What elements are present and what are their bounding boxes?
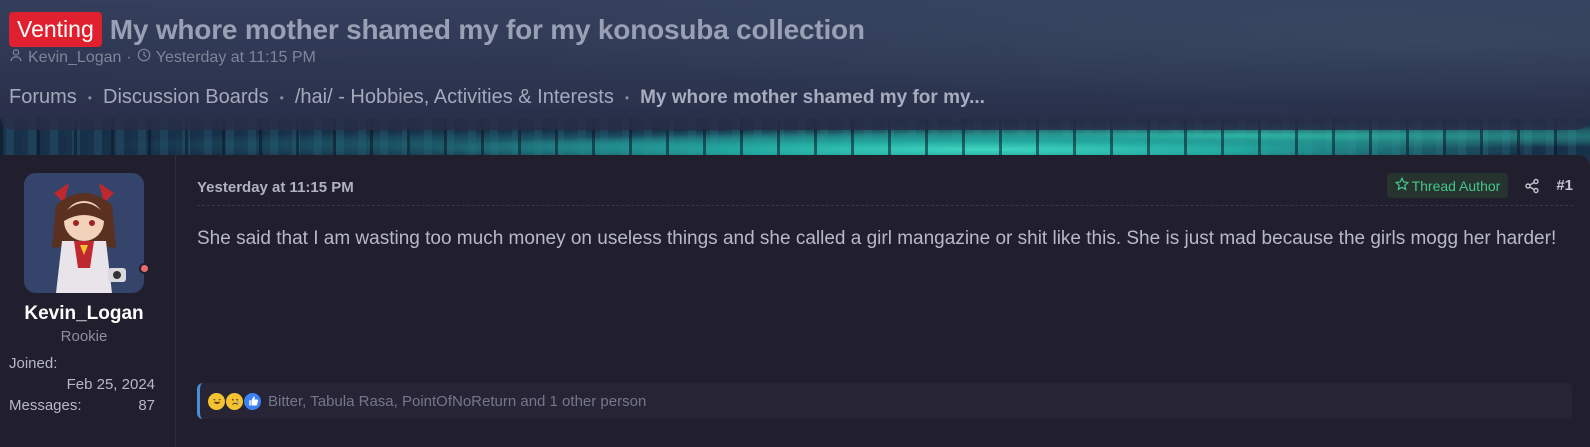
reactions-summary-link[interactable]: Bitter, Tabula Rasa, PointOfNoReturn and… xyxy=(268,393,646,410)
reactions-bar[interactable]: Bitter, Tabula Rasa, PointOfNoReturn and… xyxy=(197,383,1572,419)
thread-meta: Kevin_Logan · Yesterday at 11:15 PM xyxy=(9,48,316,67)
post-body-text: She said that I am wasting too much mone… xyxy=(197,228,1557,249)
joined-value: Feb 25, 2024 xyxy=(66,376,155,393)
breadcrumb-separator: • xyxy=(87,90,92,105)
title-row: Venting My whore mother shamed my for my… xyxy=(9,12,865,47)
breadcrumb-hai-board[interactable]: /hai/ - Hobbies, Activities & Interests xyxy=(295,86,614,109)
breadcrumb-current-thread[interactable]: My whore mother shamed my for my... xyxy=(640,87,985,109)
reaction-icons xyxy=(207,391,262,411)
post-number-link[interactable]: #1 xyxy=(1556,177,1573,194)
star-icon xyxy=(1394,176,1409,194)
thread-author-label: Thread Author xyxy=(1411,177,1501,194)
sad-icon xyxy=(225,391,244,411)
post-container: Kevin_Logan Rookie Joined: Feb 25, 2024 … xyxy=(0,155,1590,447)
thread-start-date[interactable]: Yesterday at 11:15 PM xyxy=(156,49,316,67)
clock-icon xyxy=(137,48,151,67)
post-user-column: Kevin_Logan Rookie Joined: Feb 25, 2024 … xyxy=(0,155,176,447)
messages-label: Messages: xyxy=(9,397,82,414)
thread-prefix-badge[interactable]: Venting xyxy=(9,12,102,47)
user-title: Rookie xyxy=(60,328,108,345)
avatar[interactable] xyxy=(24,173,144,293)
user-icon xyxy=(9,48,23,67)
avatar-illustration xyxy=(24,173,144,293)
thread-author-link[interactable]: Kevin_Logan xyxy=(28,49,121,67)
avatar-wrapper[interactable] xyxy=(24,173,150,293)
like-icon xyxy=(243,391,262,411)
breadcrumb-forums[interactable]: Forums xyxy=(9,86,77,109)
post-date[interactable]: Yesterday at 11:15 PM xyxy=(197,179,354,196)
online-status-dot xyxy=(139,263,150,274)
breadcrumb: Forums • Discussion Boards • /hai/ - Hob… xyxy=(9,86,985,109)
breadcrumb-separator: • xyxy=(279,90,284,105)
thread-author-badge: Thread Author xyxy=(1386,173,1509,198)
thread-title: My whore mother shamed my for my konosub… xyxy=(109,13,865,45)
thread-header: Venting My whore mother shamed my for my… xyxy=(0,0,1590,130)
post-actions: Thread Author #1 xyxy=(1386,173,1573,198)
breadcrumb-separator: • xyxy=(624,90,630,105)
messages-value[interactable]: 87 xyxy=(138,397,155,414)
rofl-icon xyxy=(207,391,226,411)
meta-separator: · xyxy=(126,48,132,66)
post-header: Yesterday at 11:15 PM Thread Author #1 xyxy=(197,173,1573,206)
post-username[interactable]: Kevin_Logan xyxy=(0,303,168,325)
joined-label: Joined: xyxy=(9,355,58,372)
breadcrumb-discussion-boards[interactable]: Discussion Boards xyxy=(103,86,269,109)
share-icon[interactable] xyxy=(1524,178,1540,194)
